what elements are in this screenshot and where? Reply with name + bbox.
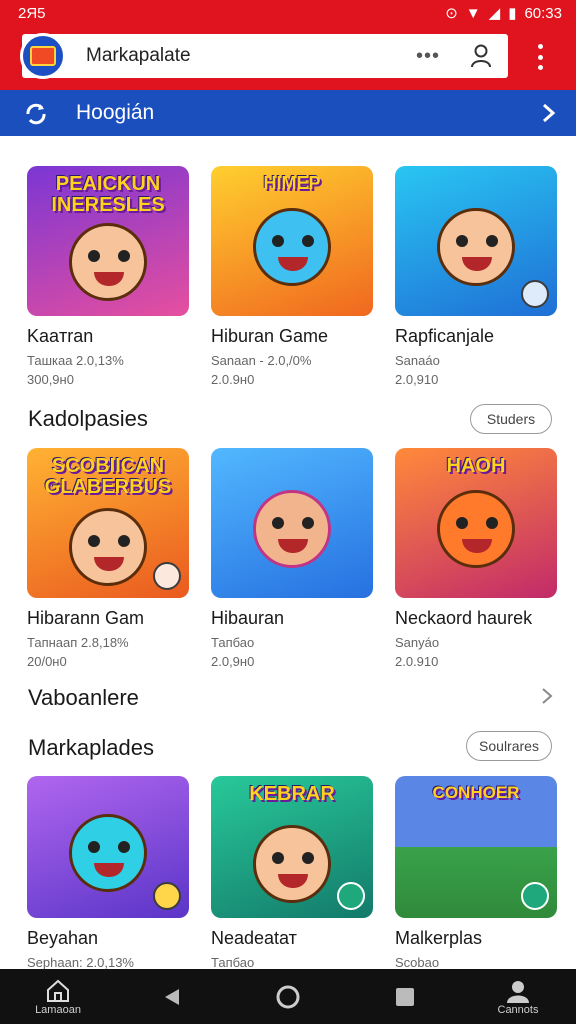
game-card[interactable]: Rapficanjale Sanaáо 2.0,910 bbox=[395, 166, 557, 387]
account-icon bbox=[507, 980, 529, 1003]
game-card[interactable]: HIMEP Hiburan Game Sanaan - 2.0,/0% 2.0.… bbox=[211, 166, 373, 387]
game-meta: Scobao bbox=[395, 955, 440, 970]
category-banner[interactable]: Hoogián bbox=[0, 90, 576, 136]
game-thumbnail[interactable] bbox=[211, 448, 373, 598]
game-meta: Sephaan: 2.0,13% bbox=[27, 955, 134, 970]
game-thumbnail[interactable]: CONHOER bbox=[395, 776, 557, 918]
game-size: 2.0,910 bbox=[395, 372, 439, 387]
play-badge-icon bbox=[153, 882, 181, 910]
thumbnail-banner: HAOH bbox=[446, 455, 506, 477]
status-time-left: 2Я5 bbox=[18, 4, 46, 22]
home-icon bbox=[47, 979, 69, 1002]
game-title[interactable]: Rapficanjale bbox=[395, 326, 557, 347]
back-button[interactable] bbox=[158, 969, 186, 1024]
chevron-right-icon[interactable] bbox=[538, 102, 558, 124]
recents-button[interactable] bbox=[391, 969, 419, 1024]
user-icon[interactable] bbox=[470, 44, 492, 68]
character-art bbox=[437, 208, 515, 286]
character-art bbox=[253, 208, 331, 286]
bottom-navigation: Lamaoan Cannots bbox=[0, 969, 576, 1024]
wifi-icon: ▼ bbox=[465, 4, 481, 22]
store-icon bbox=[30, 46, 56, 66]
section-title: Markaplades bbox=[28, 735, 154, 760]
character-art bbox=[253, 490, 331, 568]
thumbnail-banner: HIMEP bbox=[263, 173, 321, 193]
game-size: 20/0н0 bbox=[27, 654, 67, 669]
game-thumbnail[interactable] bbox=[395, 166, 557, 316]
character-art bbox=[69, 223, 147, 301]
character-art bbox=[437, 490, 515, 568]
see-all-button[interactable]: Studers bbox=[470, 404, 552, 434]
thumbnail-banner: SCOBIICAN GLABERBUS bbox=[44, 455, 172, 498]
character-art bbox=[253, 825, 331, 904]
play-badge-icon bbox=[153, 562, 181, 590]
app-logo[interactable] bbox=[20, 33, 66, 79]
game-meta: Sanaan - 2.0,/0% bbox=[211, 353, 312, 368]
home-button[interactable] bbox=[274, 969, 302, 1024]
game-meta: Sanyáо bbox=[395, 635, 440, 650]
game-title[interactable]: Malkerplas bbox=[395, 928, 557, 949]
game-thumbnail[interactable]: KEBRAR bbox=[211, 776, 373, 918]
thumbnail-banner: KEBRAR bbox=[249, 783, 335, 805]
game-meta: Тапнаап 2.8,18% bbox=[27, 635, 129, 650]
game-thumbnail[interactable]: SCOBIICAN GLABERBUS bbox=[27, 448, 189, 598]
game-card[interactable]: Hibauran Тапбао 2.0,9н0 bbox=[211, 448, 373, 669]
game-thumbnail[interactable]: HAOH bbox=[395, 448, 557, 598]
game-title[interactable]: Neckaord haurek bbox=[395, 608, 557, 629]
game-title[interactable]: Hibarann Gam bbox=[27, 608, 189, 629]
play-badge-icon bbox=[521, 280, 549, 308]
game-thumbnail[interactable]: PEAICKUN INERESLES bbox=[27, 166, 189, 316]
section-link-title[interactable]: Vaboanlere bbox=[28, 685, 139, 711]
nav-home-label: Lamaoan bbox=[35, 1003, 81, 1016]
more-dots-icon[interactable]: ••• bbox=[416, 45, 440, 68]
game-size: 2.0.9н0 bbox=[211, 372, 255, 387]
chevron-right-icon[interactable] bbox=[540, 687, 554, 705]
back-triangle-icon bbox=[165, 988, 179, 1005]
section-title: Kadolpasies bbox=[28, 406, 148, 431]
game-card[interactable]: CONHOER Malkerplas Scobao bbox=[395, 776, 557, 970]
game-meta: Тапбао bbox=[211, 955, 255, 970]
game-title[interactable]: Hibauran bbox=[211, 608, 373, 629]
alarm-icon: ⊙ bbox=[445, 5, 458, 22]
thumbnail-banner: PEAICKUN INERESLES bbox=[51, 173, 165, 216]
signal-icon: ◢ bbox=[488, 5, 501, 22]
character-art bbox=[69, 508, 147, 586]
game-size: 300,9н0 bbox=[27, 372, 74, 387]
game-thumbnail[interactable]: HIMEP bbox=[211, 166, 373, 316]
game-card[interactable]: KEBRAR Neadeatат Тапбао bbox=[211, 776, 373, 970]
game-card[interactable]: HAOH Neckaord haurek Sanyáо 2.0.910 bbox=[395, 448, 557, 669]
game-meta: Тапбао bbox=[211, 635, 255, 650]
nav-home[interactable]: Lamaoan bbox=[28, 969, 88, 1024]
game-title[interactable]: Hiburan Game bbox=[211, 326, 373, 347]
game-title[interactable]: Beyahan bbox=[27, 928, 189, 949]
game-card[interactable]: SCOBIICAN GLABERBUS Hibarann Gam Тапнаап… bbox=[27, 448, 189, 669]
game-meta: Ташкаа 2.0,13% bbox=[27, 353, 124, 368]
game-card[interactable]: Beyahan Sephaan: 2.0,13% bbox=[27, 776, 189, 970]
status-bar: 2Я5 ⊙ ▼ ◢ ▮ 60:33 bbox=[0, 0, 576, 26]
character-art bbox=[69, 813, 147, 892]
game-meta: Sanaáо bbox=[395, 353, 440, 368]
battery-icon: ▮ bbox=[508, 5, 517, 22]
game-title[interactable]: Kaaтran bbox=[27, 326, 189, 347]
banner-label: Hoogián bbox=[76, 101, 155, 124]
play-badge-icon bbox=[521, 882, 549, 910]
search-bar[interactable]: Markapalate ••• bbox=[20, 33, 508, 79]
game-card[interactable]: PEAICKUN INERESLES Kaaтran Ташкаа 2.0,13… bbox=[27, 166, 189, 387]
refresh-icon bbox=[26, 103, 46, 125]
nav-account-label: Cannots bbox=[497, 1003, 539, 1016]
square-recents-icon bbox=[396, 987, 414, 1006]
search-input[interactable]: Markapalate bbox=[86, 45, 191, 67]
status-icons: ⊙ ▼ ◢ ▮ 60:33 bbox=[445, 4, 562, 23]
game-title[interactable]: Neadeatат bbox=[211, 928, 373, 949]
game-size: 2.0.910 bbox=[395, 654, 439, 669]
play-badge-icon bbox=[337, 882, 365, 910]
game-thumbnail[interactable] bbox=[27, 776, 189, 918]
nav-account[interactable]: Cannots bbox=[488, 969, 548, 1024]
thumbnail-banner: CONHOER bbox=[432, 783, 520, 802]
game-size: 2.0,9н0 bbox=[211, 654, 255, 669]
overflow-menu-icon[interactable] bbox=[533, 44, 547, 70]
see-all-button[interactable]: Soulrares bbox=[466, 731, 552, 761]
status-time-right: 60:33 bbox=[524, 4, 562, 22]
circle-home-icon bbox=[276, 985, 300, 1008]
